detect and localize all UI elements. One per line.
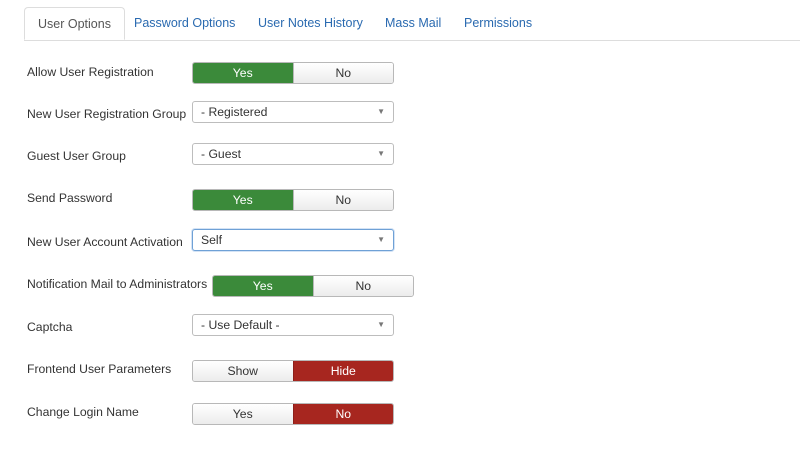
guest-group-select[interactable]: - Guest ▼ xyxy=(192,143,394,165)
tab-password-options[interactable]: Password Options xyxy=(134,7,235,40)
chevron-down-icon: ▼ xyxy=(377,107,385,116)
account-activation-value: Self xyxy=(201,233,223,247)
allow-registration-toggle: Yes No xyxy=(192,62,394,84)
tab-mass-mail[interactable]: Mass Mail xyxy=(385,7,441,40)
captcha-select[interactable]: - Use Default - ▼ xyxy=(192,314,394,336)
frontend-params-label: Frontend User Parameters xyxy=(27,362,172,376)
field-send-password: Send Password Yes No xyxy=(27,189,800,213)
registration-group-select[interactable]: - Registered ▼ xyxy=(192,101,394,123)
guest-group-label: Guest User Group xyxy=(27,149,126,163)
field-registration-group: New User Registration Group - Registered… xyxy=(27,101,800,125)
tab-user-notes-history[interactable]: User Notes History xyxy=(258,7,363,40)
tab-bar: User Options Password Options User Notes… xyxy=(24,7,800,41)
change-login-yes-button[interactable]: Yes xyxy=(193,404,293,424)
allow-registration-label: Allow User Registration xyxy=(27,65,154,79)
send-password-no-button[interactable]: No xyxy=(292,190,393,210)
send-password-yes-button[interactable]: Yes xyxy=(193,190,293,210)
field-captcha: Captcha - Use Default - ▼ xyxy=(27,314,800,338)
field-account-activation: New User Account Activation Self ▼ xyxy=(27,229,800,253)
change-login-toggle: Yes No xyxy=(192,403,394,425)
field-allow-registration: Allow User Registration Yes No xyxy=(27,62,800,86)
notification-mail-no-button[interactable]: No xyxy=(312,276,413,296)
chevron-down-icon: ▼ xyxy=(377,235,385,244)
change-login-label: Change Login Name xyxy=(27,405,139,419)
field-guest-group: Guest User Group - Guest ▼ xyxy=(27,143,800,167)
tab-permissions[interactable]: Permissions xyxy=(464,7,532,40)
account-activation-label: New User Account Activation xyxy=(27,235,183,249)
tab-user-options[interactable]: User Options xyxy=(24,7,125,40)
field-change-login: Change Login Name Yes No xyxy=(27,403,800,427)
chevron-down-icon: ▼ xyxy=(377,320,385,329)
allow-registration-no-button[interactable]: No xyxy=(292,63,393,83)
frontend-params-toggle: Show Hide xyxy=(192,360,394,382)
captcha-value: - Use Default - xyxy=(201,318,280,332)
field-frontend-params: Frontend User Parameters Show Hide xyxy=(27,360,800,384)
registration-group-label: New User Registration Group xyxy=(27,107,187,121)
chevron-down-icon: ▼ xyxy=(377,149,385,158)
account-activation-select[interactable]: Self ▼ xyxy=(192,229,394,251)
registration-group-value: - Registered xyxy=(201,105,268,119)
notification-mail-label: Notification Mail to Administrators xyxy=(27,277,208,291)
field-notification-mail: Notification Mail to Administrators Yes … xyxy=(27,274,800,298)
notification-mail-yes-button[interactable]: Yes xyxy=(213,276,313,296)
guest-group-value: - Guest xyxy=(201,147,241,161)
frontend-params-show-button[interactable]: Show xyxy=(193,361,293,381)
change-login-no-button[interactable]: No xyxy=(292,404,393,424)
allow-registration-yes-button[interactable]: Yes xyxy=(193,63,293,83)
notification-mail-toggle: Yes No xyxy=(212,275,414,297)
send-password-label: Send Password xyxy=(27,191,113,205)
captcha-label: Captcha xyxy=(27,320,73,334)
send-password-toggle: Yes No xyxy=(192,189,394,211)
frontend-params-hide-button[interactable]: Hide xyxy=(292,361,393,381)
